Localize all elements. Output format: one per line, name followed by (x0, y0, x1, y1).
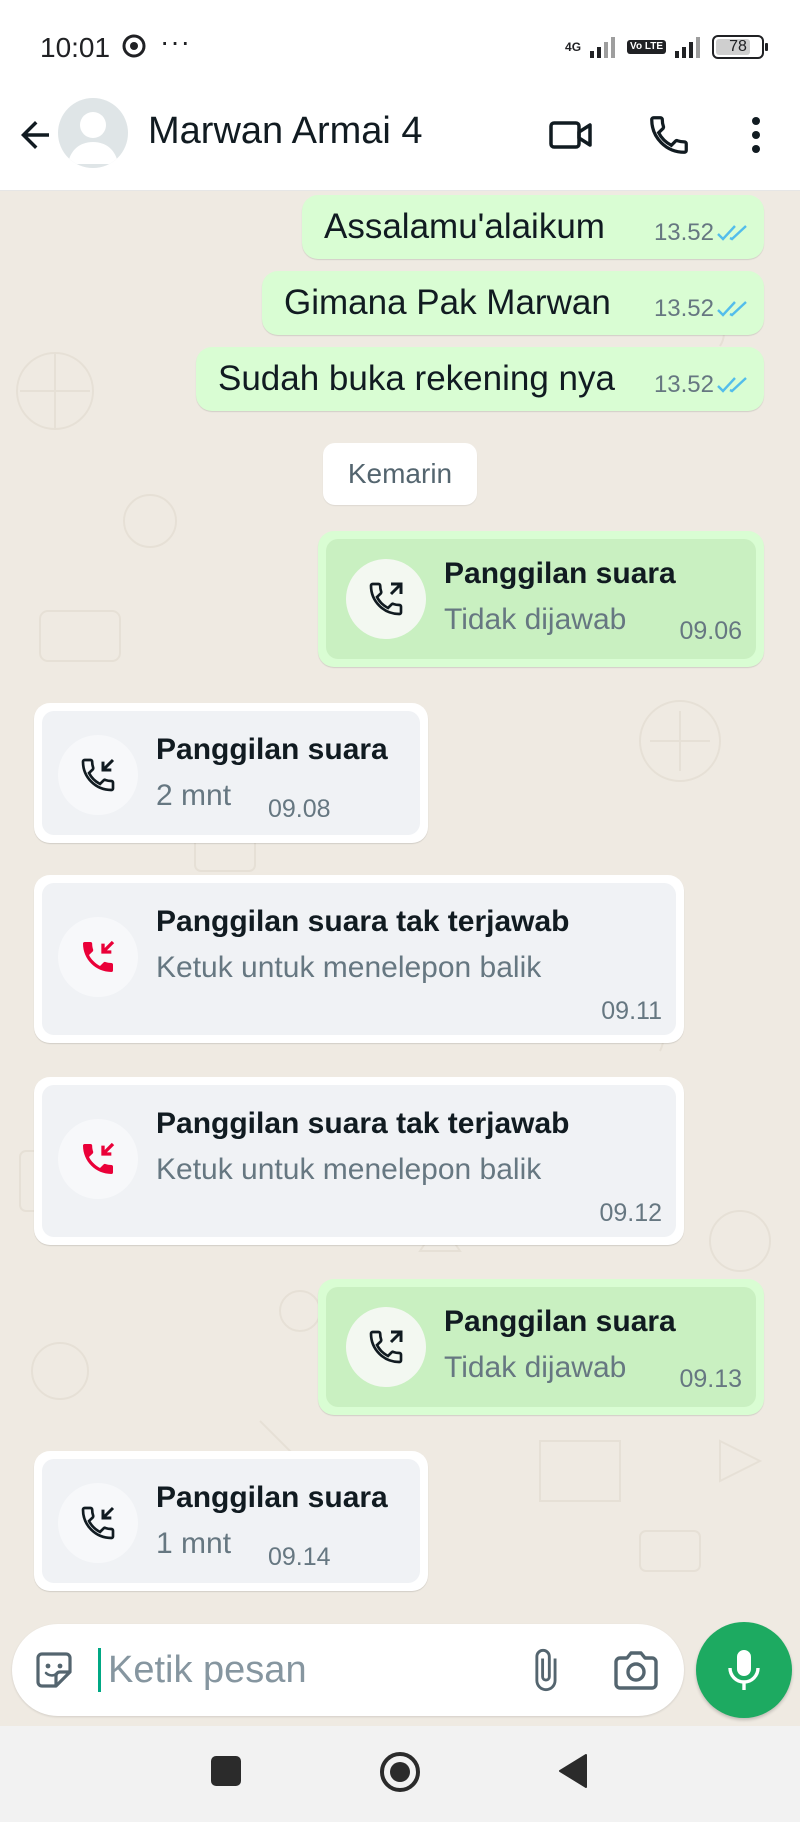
call-icon-circle (58, 735, 138, 815)
date-divider: Kemarin (323, 443, 477, 505)
volte-badge: Vo LTE (627, 40, 666, 54)
missed-call-bubble[interactable]: Panggilan suara tak terjawab Ketuk untuk… (34, 1077, 684, 1245)
read-ticks-icon (717, 225, 747, 241)
call-title: Panggilan suara (444, 557, 676, 590)
call-back-hint: Ketuk untuk menelepon balik (156, 951, 542, 984)
call-card: Panggilan suara Tidak dijawab 09.06 (326, 539, 756, 659)
incoming-call-bubble[interactable]: Panggilan suara 1 mnt 09.14 (34, 1451, 428, 1591)
default-avatar-icon (68, 112, 118, 164)
missed-call-icon (83, 1142, 115, 1174)
status-right-group: 4G Vo LTE 78 (565, 32, 768, 62)
incoming-call-bubble[interactable]: Panggilan suara 2 mnt 09.08 (34, 703, 428, 843)
call-duration: 1 mnt (156, 1527, 232, 1560)
network-type: 4G (565, 40, 582, 54)
call-time: 09.12 (599, 1199, 662, 1227)
outgoing-call-bubble[interactable]: Panggilan suara Tidak dijawab 09.13 (318, 1279, 764, 1415)
call-card: Panggilan suara 1 mnt 09.14 (42, 1459, 420, 1583)
recents-button[interactable] (211, 1756, 241, 1786)
read-ticks-icon (717, 377, 747, 393)
incoming-call-icon (81, 758, 115, 792)
call-back-hint: Ketuk untuk menelepon balik (156, 1153, 542, 1186)
video-call-icon[interactable] (548, 112, 594, 158)
text-cursor (98, 1648, 101, 1692)
outgoing-message[interactable]: Assalamu'alaikum 13.52 (302, 195, 764, 259)
call-time: 09.08 (268, 795, 331, 823)
call-status: Tidak dijawab (444, 603, 627, 636)
contact-name[interactable]: Marwan Armai 4 (148, 110, 423, 153)
message-time: 13.52 (653, 295, 714, 322)
call-card: Panggilan suara Tidak dijawab 09.13 (326, 1287, 756, 1407)
chat-area[interactable]: Assalamu'alaikum 13.52 Gimana Pak Marwan… (0, 191, 800, 1611)
message-time: 13.52 (653, 219, 714, 246)
read-ticks-icon (717, 301, 747, 317)
call-title: Panggilan suara (156, 733, 388, 766)
home-button-icon[interactable] (378, 1750, 422, 1794)
camera-icon[interactable] (612, 1648, 660, 1692)
status-more-icon: ··· (160, 26, 191, 57)
call-card: Panggilan suara tak terjawab Ketuk untuk… (42, 883, 676, 1035)
message-composer (12, 1624, 684, 1716)
avatar[interactable] (58, 98, 128, 168)
chat-header: Marwan Armai 4 (0, 92, 800, 191)
voice-call-icon[interactable] (646, 112, 692, 158)
outgoing-call-icon (369, 582, 403, 616)
status-time: 10:01 (40, 32, 111, 63)
outgoing-call-icon (369, 1330, 403, 1364)
missed-call-bubble[interactable]: Panggilan suara tak terjawab Ketuk untuk… (34, 875, 684, 1043)
battery-level: 78 (729, 38, 747, 55)
microphone-icon (728, 1650, 760, 1690)
status-bar: 10:01 ··· 4G Vo LTE 78 (0, 0, 800, 92)
message-text: Gimana Pak Marwan (284, 283, 611, 322)
record-status-icon (122, 34, 146, 58)
outgoing-call-bubble[interactable]: Panggilan suara Tidak dijawab 09.06 (318, 531, 764, 667)
call-time: 09.11 (601, 997, 662, 1025)
signal-icon (590, 37, 616, 58)
message-text: Assalamu'alaikum (324, 207, 605, 246)
system-navigation-bar (0, 1726, 800, 1822)
call-card: Panggilan suara tak terjawab Ketuk untuk… (42, 1085, 676, 1237)
message-input[interactable] (108, 1640, 488, 1700)
call-time: 09.06 (679, 617, 742, 645)
call-duration: 2 mnt (156, 779, 232, 812)
call-icon-circle (346, 1307, 426, 1387)
call-icon-circle (58, 917, 138, 997)
outgoing-message[interactable]: Gimana Pak Marwan 13.52 (262, 271, 764, 335)
call-time: 09.14 (268, 1543, 331, 1571)
sticker-emoji-icon[interactable] (32, 1648, 76, 1692)
call-card: Panggilan suara 2 mnt 09.08 (42, 711, 420, 835)
call-title: Panggilan suara (156, 1481, 388, 1514)
outgoing-message[interactable]: Sudah buka rekening nya 13.52 (196, 347, 764, 411)
missed-call-icon (83, 940, 115, 972)
incoming-call-icon (81, 1506, 115, 1540)
call-icon-circle (58, 1483, 138, 1563)
battery-indicator: 78 (712, 35, 768, 59)
call-title: Panggilan suara tak terjawab (156, 1107, 570, 1140)
message-time: 13.52 (653, 371, 714, 398)
back-arrow-icon[interactable] (14, 114, 56, 156)
message-text: Sudah buka rekening nya (218, 359, 615, 398)
more-options-icon[interactable] (744, 112, 768, 158)
call-icon-circle (58, 1119, 138, 1199)
call-time: 09.13 (679, 1365, 742, 1393)
back-triangle-icon[interactable] (556, 1752, 590, 1790)
signal-icon-2 (675, 37, 700, 58)
attach-paperclip-icon[interactable] (522, 1646, 568, 1694)
call-status: Tidak dijawab (444, 1351, 627, 1384)
call-title: Panggilan suara (444, 1305, 676, 1338)
call-icon-circle (346, 559, 426, 639)
voice-record-button[interactable] (696, 1622, 792, 1718)
call-title: Panggilan suara tak terjawab (156, 905, 570, 938)
